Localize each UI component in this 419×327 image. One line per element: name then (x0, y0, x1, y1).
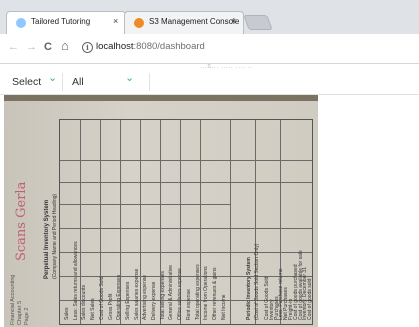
select-dropdown[interactable]: Select ⌄ (0, 72, 63, 91)
partial-banner-text: ...s... ..... .... .. (200, 63, 253, 70)
table-row-label: Selling Expenses (124, 281, 131, 320)
url-text: localhost:8080/dashboard (96, 41, 205, 52)
category-dropdown[interactable]: All ⌄ (63, 72, 150, 91)
table-row-label: Less: Sales returns and allowances (72, 241, 79, 320)
browser-toolbar: ← → C ⌂ i localhost:8080/dashboard (0, 34, 419, 64)
close-tab-icon[interactable]: × (113, 16, 118, 26)
home-icon[interactable]: ⌂ (61, 38, 69, 53)
tab-tailored-tutoring[interactable]: Tailored Tutoring × (6, 11, 126, 34)
table-row-label: Other revenues & gains (211, 267, 218, 320)
document-subheading: (Company Name and Period Heading) (52, 193, 58, 279)
scanned-document-image: Scans Gerla Financial Accounting Chapter… (4, 95, 318, 327)
document-heading: Perpetual Inventory System (44, 199, 50, 279)
lower-subheading: (Cost of Goods Sold Section Only) (254, 243, 260, 320)
tab-strip: Tailored Tutoring × S3 Management Consol… (0, 0, 419, 34)
table-row-label: Total selling expenses (159, 271, 166, 320)
table-row-label: Delivery expense (151, 281, 157, 320)
aws-favicon-icon (134, 18, 144, 28)
chevron-down-icon: ⌄ (48, 72, 58, 84)
handwritten-signature: Scans Gerla (14, 181, 29, 261)
side-note: Page 2 (24, 307, 30, 325)
side-note: Chapter 5 (17, 300, 23, 325)
new-tab-button[interactable] (243, 15, 273, 30)
table-row-label: Rent expense (185, 289, 192, 320)
select-label: Select (12, 76, 42, 88)
table-row-label: Gross Profit (107, 293, 114, 320)
chevron-down-icon: ⌄ (125, 72, 135, 84)
info-icon[interactable]: i (82, 42, 93, 53)
tab-title: S3 Management Console (149, 17, 240, 26)
forward-icon[interactable]: → (26, 41, 37, 53)
reload-icon[interactable]: C (44, 41, 52, 53)
table-row-label: Total operating expenses (194, 264, 201, 320)
table-row-label: Sales discounts (81, 284, 88, 320)
tab-s3-management-console[interactable]: S3 Management Console × (124, 11, 244, 34)
document-paper: Scans Gerla Financial Accounting Chapter… (4, 101, 318, 327)
table-row-label: Net Income (220, 294, 227, 320)
close-tab-icon[interactable]: × (231, 16, 236, 26)
lower-heading: Periodic Inventory System (246, 257, 252, 320)
table-row-label: Sales salaries expense (133, 268, 140, 320)
table-row-label: Net Sales (90, 298, 97, 320)
side-note: Financial Accounting (10, 274, 16, 325)
back-icon[interactable]: ← (8, 41, 19, 53)
table-row-label: General & Administrative (168, 264, 175, 320)
tab-title: Tailored Tutoring (31, 17, 91, 26)
table-row-label: Office salaries expense (177, 268, 184, 320)
table-row-label: Income from Operations (203, 266, 210, 320)
tab-favicon-icon (16, 18, 26, 28)
lower-row-label: Cost of goods sold (307, 278, 314, 320)
table-row-label: Sales (64, 307, 70, 320)
category-label: All (72, 76, 84, 88)
table-row-label: Cost of Goods Sold (98, 276, 105, 320)
address-bar[interactable]: i localhost:8080/dashboard (80, 40, 419, 58)
accounting-table: Periodic Inventory System (Cost of Goods… (59, 119, 313, 325)
table-row-label: Advertising expense (142, 274, 149, 320)
filter-row: Select ⌄ All ⌄ (0, 70, 419, 95)
table-row-label: Operating Expenses (116, 274, 123, 320)
